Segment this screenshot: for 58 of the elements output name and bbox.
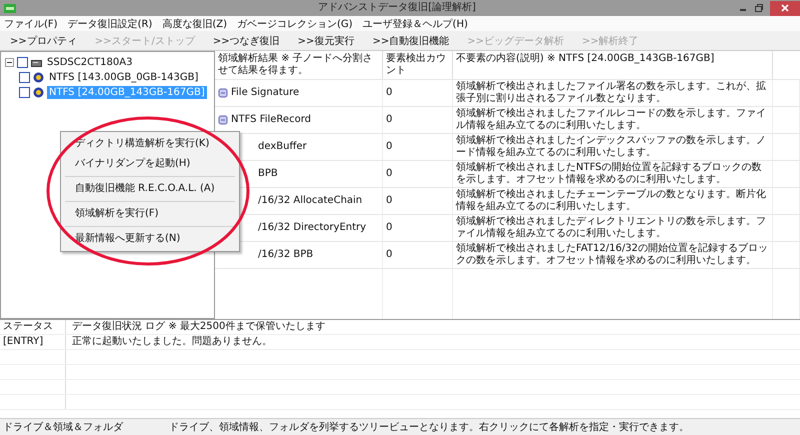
table-cell: 領域解析で検出されましたNTFSの開始位置を記録するブロックの数を示します。オフセット情報を求めるのに利用いたします。 — [453, 161, 773, 187]
table-cell: 0 — [383, 161, 453, 187]
column-header[interactable]: 領域解析結果 ※ 子ノードへ分割させて結果を得ます。 — [215, 51, 383, 79]
table-cell: 領域解析で検出されましたディレクトリエントリの数を示します。ファイル情報を組み立てるのに利用いたします。 — [453, 215, 773, 241]
menu-item[interactable]: 最新情報へ更新する(N) — [61, 229, 239, 249]
table-cell: BPB — [258, 168, 278, 180]
checkbox[interactable] — [19, 87, 30, 98]
table-cell: 0 — [383, 188, 453, 214]
tree-item[interactable]: SSDSC2CT180A3 — [45, 56, 134, 69]
tree-item[interactable]: NTFS [143.00GB_0GB-143GB] — [47, 71, 200, 84]
partition-icon — [33, 87, 44, 98]
table-cell: NTFS FileRecord — [231, 114, 311, 126]
toolbar-button[interactable]: >>自動復旧機能 — [370, 32, 452, 48]
menu-item[interactable]: ファイル(F) — [4, 16, 58, 30]
close-button[interactable] — [770, 0, 800, 16]
node-icon — [218, 88, 228, 98]
toolbar-button[interactable]: >>プロパティ — [8, 32, 79, 48]
table-cell: 領域解析で検出されましたファイル署名の数を示します。これが、拡張子別に割り出されるファイル数となります。 — [453, 80, 773, 106]
table-cell: 領域解析で検出されましたインデックスバッファの数を示します。ノード情報を組み立てるのに利用いたします。 — [453, 134, 773, 160]
log-cell-text: 正常に起動いたしました。問題ありません。 — [71, 335, 272, 349]
toolbar-button[interactable]: >>つなぎ復旧 — [210, 32, 282, 48]
collapse-icon[interactable] — [5, 58, 14, 67]
table-cell: dexBuffer — [258, 141, 307, 153]
column-header[interactable]: 要素検出カウント — [383, 51, 453, 79]
table-cell: File Signature — [231, 87, 300, 99]
partition-icon — [33, 72, 44, 83]
menu-item[interactable]: バイナリダンプを起動(H) — [61, 154, 239, 174]
menu-item[interactable]: 領域解析を実行(F) — [61, 204, 239, 224]
menu-item[interactable]: ユーザ登録＆ヘルプ(H) — [362, 16, 468, 30]
app-icon — [4, 4, 16, 12]
menu-item[interactable]: 自動復旧機能 R.E.C.O.A.L. (A) — [61, 179, 239, 199]
table-cell: /16/32 DirectoryEntry — [258, 222, 366, 234]
checkbox[interactable] — [19, 72, 30, 83]
table-cell: 0 — [383, 107, 453, 133]
table-cell: 領域解析で検出されましたファイルレコードの数を示します。ファイル情報を組み立てるのに利用いたします。 — [453, 107, 773, 133]
checkbox[interactable] — [17, 57, 28, 68]
restore-icon[interactable] — [754, 3, 764, 13]
menu-item[interactable]: ガベージコレクション(G) — [236, 16, 353, 30]
table-cell: /16/32 AllocateChain — [258, 195, 362, 207]
toolbar-button[interactable]: >>復元実行 — [296, 32, 356, 48]
close-icon[interactable] — [781, 4, 789, 12]
column-header[interactable]: データ復旧状況 ログ ※ 最大2500件まで保管いたします — [66, 320, 326, 334]
table-cell: /16/32 BPB — [258, 249, 314, 261]
table-cell: 0 — [383, 215, 453, 241]
table-cell: 領域解析で検出されましたチェーンテーブルの数となります。断片化情報を組み立てるのに利用いたします。 — [453, 188, 773, 214]
log-cell: [ENTRY] — [0, 335, 66, 349]
menu-item[interactable]: データ復旧設定(R) — [68, 16, 152, 30]
window-title: アドバンストデータ復旧[論理解析] — [317, 0, 477, 15]
menu-item[interactable]: 高度な復旧(Z) — [162, 16, 227, 30]
column-header[interactable]: ステータス — [0, 320, 66, 334]
status-text: ドライブ＆領域＆フォルダ — [2, 420, 124, 434]
column-header[interactable]: 不要素の内容(説明) ※ NTFS [24.00GB_143GB-167GB] — [453, 51, 773, 79]
table-cell: 0 — [383, 242, 453, 268]
table-cell: 領域解析で検出されましたFAT12/16/32の開始位置を記録するブロックの数を示します。オフセット情報を求めるのに利用いたします。 — [453, 242, 773, 268]
table-cell: 0 — [383, 80, 453, 106]
node-icon — [218, 115, 228, 125]
table-cell: 0 — [383, 134, 453, 160]
status-text: ドライブ、領域情報、フォルダを列挙するツリービューとなります。右クリックにて各解析を指定・実行できます。 — [168, 420, 689, 434]
